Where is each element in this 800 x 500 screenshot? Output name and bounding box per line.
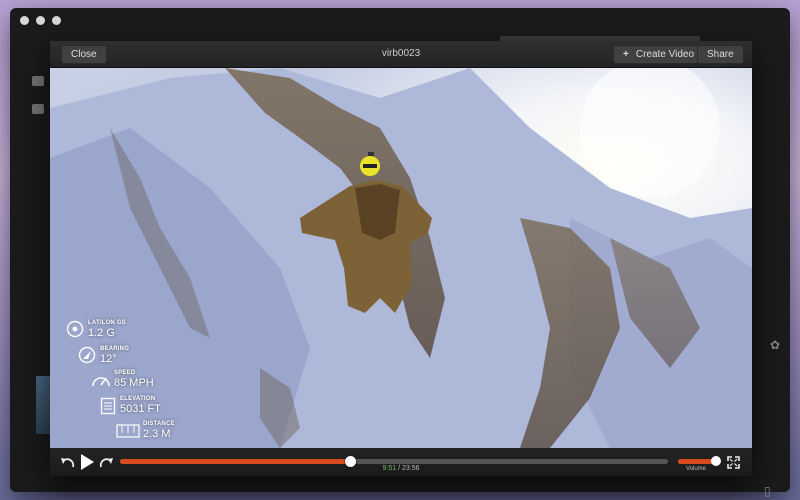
import-icon <box>32 104 44 114</box>
speed-label: SPEED <box>114 370 136 376</box>
window-controls <box>20 16 61 25</box>
latlon-label: LAT/LON GS <box>88 320 126 326</box>
fullscreen-icon[interactable] <box>727 456 740 469</box>
plus-icon: + <box>623 49 629 60</box>
distance-stat: DISTANCE 2.3 M <box>143 421 175 440</box>
distance-label: DISTANCE <box>143 421 175 427</box>
playback-controls: 9:51 / 23:56 Volume <box>50 448 752 476</box>
bearing-label: BEARING <box>100 346 130 352</box>
elevation-icon <box>100 397 116 415</box>
close-button[interactable]: Close <box>61 45 107 64</box>
bearing-stat: BEARING 12° <box>100 346 129 365</box>
gear-icon: ✿ <box>770 338 781 352</box>
g-meter-icon <box>66 320 84 338</box>
total-time: 23:56 <box>401 465 420 472</box>
compass-arrow-icon <box>78 346 96 364</box>
zoom-window-icon[interactable] <box>52 16 61 25</box>
distance-value: 2.3 M <box>143 428 171 440</box>
minimize-window-icon[interactable] <box>36 16 45 25</box>
create-video-button[interactable]: + Create Video <box>613 45 705 64</box>
close-window-icon[interactable] <box>20 16 29 25</box>
create-video-label: Create Video <box>635 49 695 60</box>
mountain-scene <box>50 68 752 448</box>
volume-slider[interactable] <box>678 456 721 466</box>
player-toolbar: Close virb0023 + Create Video Share <box>50 41 752 68</box>
trash-icon: ▯ <box>764 484 771 498</box>
video-player-panel: Close virb0023 + Create Video Share LAT/… <box>50 41 752 476</box>
elevation-label: ELEVATION <box>120 396 156 402</box>
elevation-stat: ELEVATION 5031 FT <box>120 396 161 415</box>
speed-value: 85 MPH <box>114 377 154 389</box>
video-frame[interactable]: LAT/LON GS 1.2 G BEARING 12° SPEED 85 MP… <box>50 68 752 448</box>
speedometer-icon <box>92 377 110 387</box>
camera-icon <box>32 76 44 86</box>
volume-label: Volume <box>686 466 707 472</box>
speed-stat: SPEED 85 MPH <box>114 370 154 389</box>
distance-icon <box>116 424 140 438</box>
bearing-value: 12° <box>100 353 117 365</box>
latlon-stat: LAT/LON GS 1.2 G <box>88 320 126 339</box>
volume-handle[interactable] <box>711 456 721 466</box>
seek-bar[interactable] <box>120 456 668 467</box>
elevation-value: 5031 FT <box>120 403 161 415</box>
share-button[interactable]: Share <box>697 45 744 64</box>
current-time: 9:51 <box>382 465 397 472</box>
latlon-value: 1.2 G <box>88 327 115 339</box>
time-display: 9:51 / 23:56 <box>50 465 752 472</box>
seek-progress <box>120 459 351 464</box>
